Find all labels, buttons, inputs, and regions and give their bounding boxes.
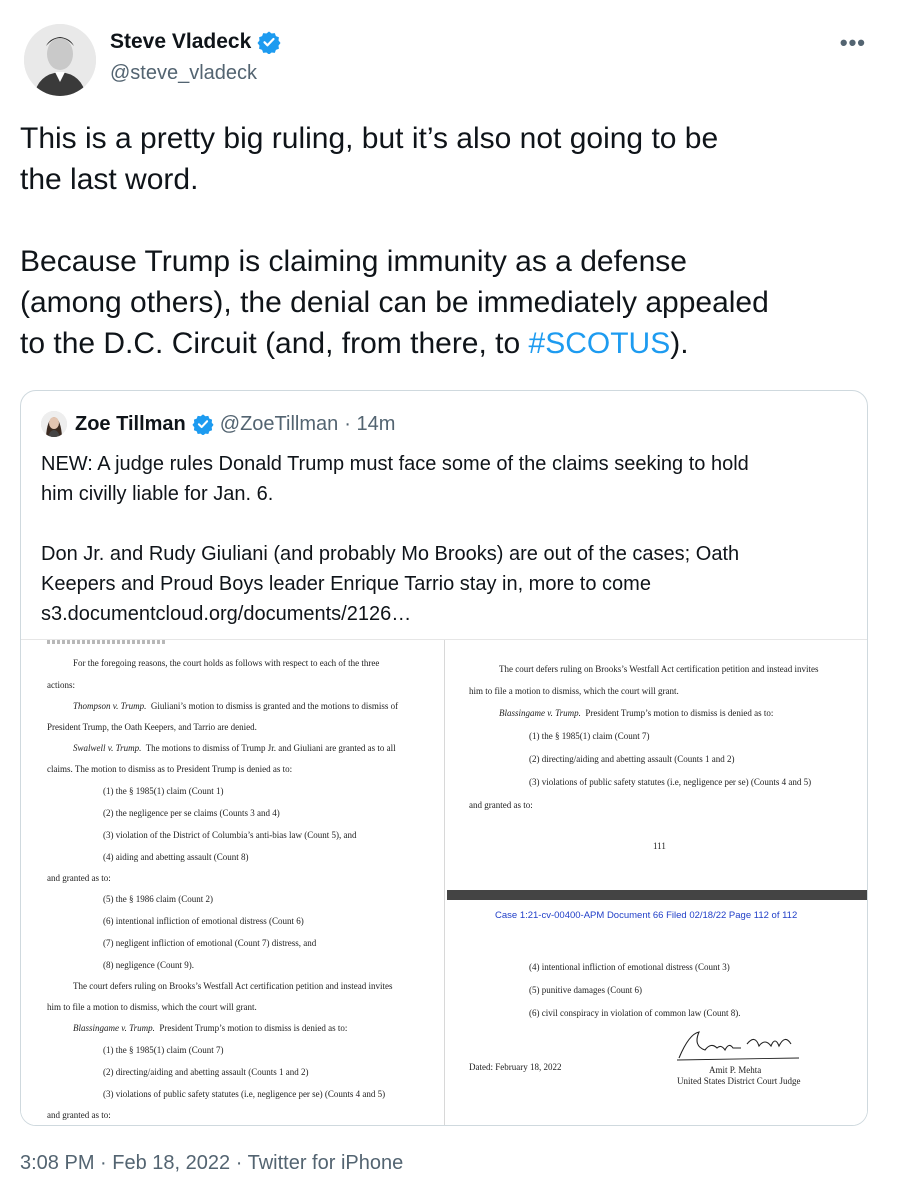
doc-line: and granted as to: [47,873,111,883]
tweet-time[interactable]: 3:08 PM [20,1152,94,1174]
tweet-text-segment: to the D.C. Circuit (and, from there, to [20,327,529,360]
author-handle[interactable]: @steve_vladeck [110,62,257,85]
doc-line: (2) directing/aiding and abetting assaul… [103,1067,309,1077]
doc-line: (1) the § 1985(1) claim (Count 7) [529,731,650,741]
doc-line: him to file a motion to dismiss, which t… [469,686,679,696]
tweet-line: the last word. [20,163,199,196]
quoted-author-handle[interactable]: @ZoeTillman [220,413,338,436]
doc-line: (2) directing/aiding and abetting assaul… [529,754,735,764]
doc-case-name: Thompson v. Trump. [73,701,147,711]
doc-line: and granted as to: [469,800,533,810]
quoted-time[interactable]: · 14m [344,413,395,436]
tweet-line: (among others), the denial can be immedi… [20,286,769,319]
verified-badge-icon [192,414,214,435]
tweet-source[interactable]: Twitter for iPhone [248,1152,404,1174]
doc-line: President Trump, the Oath Keepers, and T… [47,722,257,732]
signature-date: Dated: February 18, 2022 [469,1062,562,1072]
doc-line: The court defers ruling on Brooks’s West… [73,981,393,991]
doc-line: (6) civil conspiracy in violation of com… [529,1008,741,1018]
case-header: Case 1:21-cv-00400-APM Document 66 Filed… [495,910,798,921]
doc-line: him to file a motion to dismiss, which t… [47,1002,257,1012]
tweet-text-segment: ). [670,327,689,360]
doc-line: (7) negligent infliction of emotional (C… [103,938,317,948]
doc-line: Blassingame v. Trump. President Trump’s … [499,708,773,718]
separator: · [100,1152,107,1174]
quoted-author-avatar[interactable] [41,411,67,437]
page-divider [447,890,867,900]
doc-line: (3) violation of the District of Columbi… [103,830,357,840]
quoted-link[interactable]: s3.documentcloud.org/documents/2126… [41,599,851,629]
verified-badge-icon [257,31,281,54]
hashtag-link[interactable]: #SCOTUS [529,327,671,360]
doc-line: (3) violations of public safety statutes… [103,1089,386,1099]
quoted-line: NEW: A judge rules Donald Trump must fac… [41,453,749,475]
doc-line: (1) the § 1985(1) claim (Count 7) [103,1045,224,1055]
doc-text: The motions to dismiss of Trump Jr. and … [145,743,396,753]
judge-title: United States District Court Judge [677,1076,801,1086]
doc-case-name: Blassingame v. Trump. [73,1023,155,1033]
doc-text: Giuliani’s motion to dismiss is granted … [150,701,399,711]
doc-case-name: Blassingame v. Trump. [499,708,581,718]
document-page-left: For the foregoing reasons, the court hol… [21,640,445,1125]
doc-line: claims. The motion to dismiss as to Pres… [47,764,293,774]
quoted-line: Don Jr. and Rudy Giuliani (and probably … [41,543,740,565]
quoted-line: Keepers and Proud Boys leader Enrique Ta… [41,573,651,595]
quoted-tweet-header: Zoe Tillman @ZoeTillman · 14m [41,411,395,437]
tweet-line: Because Trump is claiming immunity as a … [20,245,687,278]
doc-line: (3) violations of public safety statutes… [529,777,812,787]
quoted-tweet-text: NEW: A judge rules Donald Trump must fac… [41,449,851,629]
doc-line: The court defers ruling on Brooks’s West… [499,664,819,674]
judge-signature [676,1031,800,1061]
doc-line: (2) the negligence per se claims (Counts… [103,808,280,818]
doc-text: President Trump’s motion to dismiss is d… [585,708,774,718]
doc-line: Swalwell v. Trump. The motions to dismis… [73,743,396,753]
doc-line: (6) intentional infliction of emotional … [103,916,304,926]
tweet-line: This is a pretty big ruling, but it’s al… [20,122,719,155]
doc-text: President Trump’s motion to dismiss is d… [159,1023,348,1033]
document-image[interactable]: For the foregoing reasons, the court hol… [21,639,867,1125]
doc-line: (4) aiding and abetting assault (Count 8… [103,852,249,862]
more-options-icon[interactable]: ••• [840,30,866,56]
doc-case-name: Swalwell v. Trump. [73,743,142,753]
quoted-tweet-card[interactable]: Zoe Tillman @ZoeTillman · 14m NEW: A jud… [20,390,868,1126]
doc-line: actions: [47,680,75,690]
doc-line: and granted as to: [47,1110,111,1120]
document-page-right: The court defers ruling on Brooks’s West… [447,640,867,1125]
doc-line: (4) intentional infliction of emotional … [529,962,730,972]
doc-line: (5) punitive damages (Count 6) [529,985,642,995]
tweet-line: to the D.C. Circuit (and, from there, to… [20,323,880,364]
quoted-line: him civilly liable for Jan. 6. [41,483,274,505]
doc-line: (5) the § 1986 claim (Count 2) [103,894,213,904]
author-name[interactable]: Steve Vladeck [110,30,251,54]
judge-name: Amit P. Mehta [709,1065,762,1075]
author-avatar[interactable] [24,24,96,96]
doc-line: (8) negligence (Count 9). [103,960,194,970]
quoted-author-name[interactable]: Zoe Tillman [75,413,186,436]
author-name-row: Steve Vladeck [110,30,281,54]
doc-line: (1) the § 1985(1) claim (Count 1) [103,786,224,796]
tweet-metadata: 3:08 PM · Feb 18, 2022 · Twitter for iPh… [20,1152,403,1175]
separator: · [235,1152,243,1174]
tweet-text: This is a pretty big ruling, but it’s al… [20,118,880,364]
page-number: 111 [653,841,666,851]
tweet-date[interactable]: Feb 18, 2022 [112,1152,230,1174]
doc-line: For the foregoing reasons, the court hol… [73,658,380,668]
doc-line: Blassingame v. Trump. President Trump’s … [73,1023,347,1033]
doc-line: Thompson v. Trump. Giuliani’s motion to … [73,701,398,711]
